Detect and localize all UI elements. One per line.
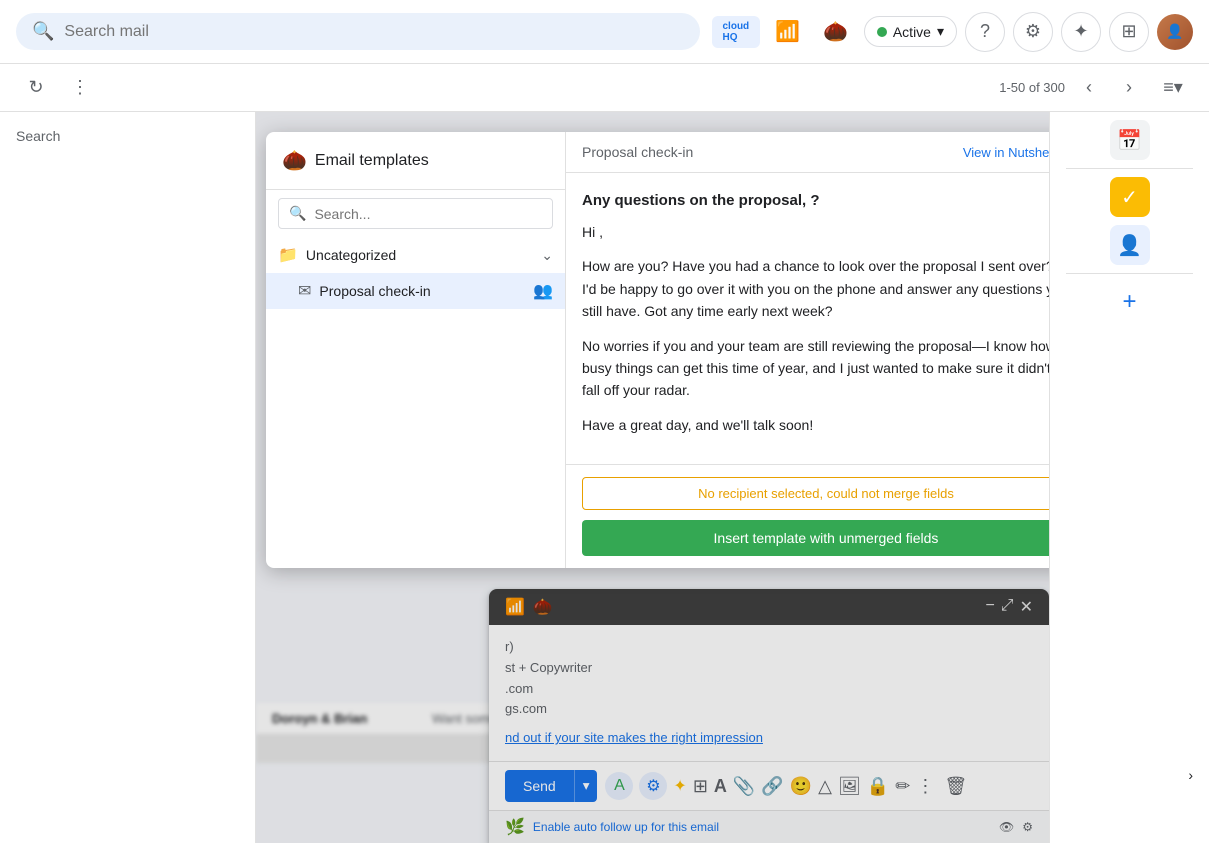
folder-icon: 📁 — [278, 245, 298, 265]
more-options-icon[interactable]: ⋮ — [60, 68, 100, 108]
list-view-icon[interactable]: ≡▾ — [1153, 68, 1193, 108]
next-page-icon[interactable]: › — [1113, 72, 1145, 104]
email-area: Doroyn & Brian Want some Email Flaxy fie… — [256, 112, 1049, 843]
template-row-proposal[interactable]: ✉ Proposal check-in 👥 — [266, 273, 565, 309]
prev-page-icon[interactable]: ‹ — [1073, 72, 1105, 104]
modal-acorn-icon: 🌰 — [282, 148, 307, 173]
search-bar[interactable]: 🔍 — [16, 13, 700, 50]
modal-search-input[interactable] — [314, 206, 542, 222]
apps-icon[interactable]: ⊞ — [1109, 12, 1149, 52]
people-icon: 👥 — [533, 281, 553, 301]
help-icon[interactable]: ? — [965, 12, 1005, 52]
right-panel-tasks-icon[interactable]: ✓ — [1110, 177, 1150, 217]
chevron-down-icon: ▾ — [937, 23, 944, 40]
template-subject: Any questions on the proposal, ? — [582, 189, 1049, 213]
toolbar-right: 1-50 of 300 ‹ › ≡▾ — [999, 68, 1193, 108]
modal-left-header: 🌰 Email templates — [266, 132, 565, 190]
template-content: Any questions on the proposal, ? Hi , Ho… — [566, 173, 1049, 464]
refresh-icon[interactable]: ↻ — [16, 68, 56, 108]
category-uncategorized[interactable]: 📁 Uncategorized ⌄ — [266, 237, 565, 273]
insert-template-button[interactable]: Insert template with unmerged fields — [582, 520, 1049, 556]
settings-icon[interactable]: ⚙ — [1013, 12, 1053, 52]
search-icon: 🔍 — [32, 21, 54, 42]
modal-template-title: Proposal check-in — [582, 144, 693, 160]
right-panel-contacts-icon[interactable]: 👤 — [1110, 225, 1150, 265]
active-dot — [877, 27, 887, 37]
modal-title: Email templates — [315, 152, 429, 170]
sidebar: Search — [0, 112, 256, 843]
modal-search-bar[interactable]: 🔍 — [278, 198, 553, 229]
sparkle-icon[interactable]: ✦ — [1061, 12, 1101, 52]
no-recipient-warning: No recipient selected, could not merge f… — [582, 477, 1049, 510]
search-input[interactable] — [64, 23, 683, 41]
template-body-p1: How are you? Have you had a chance to lo… — [582, 255, 1049, 322]
template-label: Proposal check-in — [319, 283, 525, 299]
template-body-p3: Have a great day, and we'll talk soon! — [582, 414, 1049, 436]
modal-bottom: No recipient selected, could not merge f… — [566, 464, 1049, 568]
acorn-icon[interactable]: 🌰 — [816, 12, 856, 52]
toolbar: ↻ ⋮ 1-50 of 300 ‹ › ≡▾ — [0, 64, 1209, 112]
active-status-badge[interactable]: Active ▾ — [864, 16, 957, 47]
template-body-p2: No worries if you and your team are stil… — [582, 335, 1049, 402]
view-in-nutshell-link[interactable]: View in Nutshell ↗ — [963, 144, 1049, 160]
modal-overlay: 🌰 Email templates 🔍 📁 Uncategorized ⌄ ✉ — [256, 112, 1049, 843]
active-label: Active — [893, 24, 931, 40]
top-bar: 🔍 cloudHQ 📶 🌰 Active ▾ ? ⚙ ✦ ⊞ 👤 — [0, 0, 1209, 64]
chevron-right-btn[interactable]: › — [1188, 767, 1193, 783]
main-layout: Search Doroyn & Brian Want some Email Fl… — [0, 112, 1209, 843]
right-panel-plus-icon[interactable]: + — [1110, 282, 1150, 322]
chevron-down-icon: ⌄ — [541, 247, 553, 264]
top-bar-right: cloudHQ 📶 🌰 Active ▾ ? ⚙ ✦ ⊞ 👤 — [712, 12, 1193, 52]
category-label: Uncategorized — [306, 247, 533, 263]
modal-right-panel: Proposal check-in View in Nutshell ↗ Any… — [566, 132, 1049, 568]
right-panel: 📅 ✓ 👤 + › — [1049, 112, 1209, 843]
envelope-icon: ✉ — [298, 281, 311, 301]
avatar[interactable]: 👤 — [1157, 14, 1193, 50]
email-templates-modal: 🌰 Email templates 🔍 📁 Uncategorized ⌄ ✉ — [266, 132, 1049, 568]
cloud-hq-icon[interactable]: cloudHQ — [712, 16, 760, 48]
pagination-label: 1-50 of 300 — [999, 80, 1065, 95]
modal-search-icon: 🔍 — [289, 205, 306, 222]
right-panel-calendar-icon[interactable]: 📅 — [1110, 120, 1150, 160]
wifi-icon[interactable]: 📶 — [768, 12, 808, 52]
modal-right-header: Proposal check-in View in Nutshell ↗ — [566, 132, 1049, 173]
modal-left-panel: 🌰 Email templates 🔍 📁 Uncategorized ⌄ ✉ — [266, 132, 566, 568]
search-section-label: Search — [0, 120, 255, 152]
template-greeting: Hi , — [582, 221, 1049, 243]
